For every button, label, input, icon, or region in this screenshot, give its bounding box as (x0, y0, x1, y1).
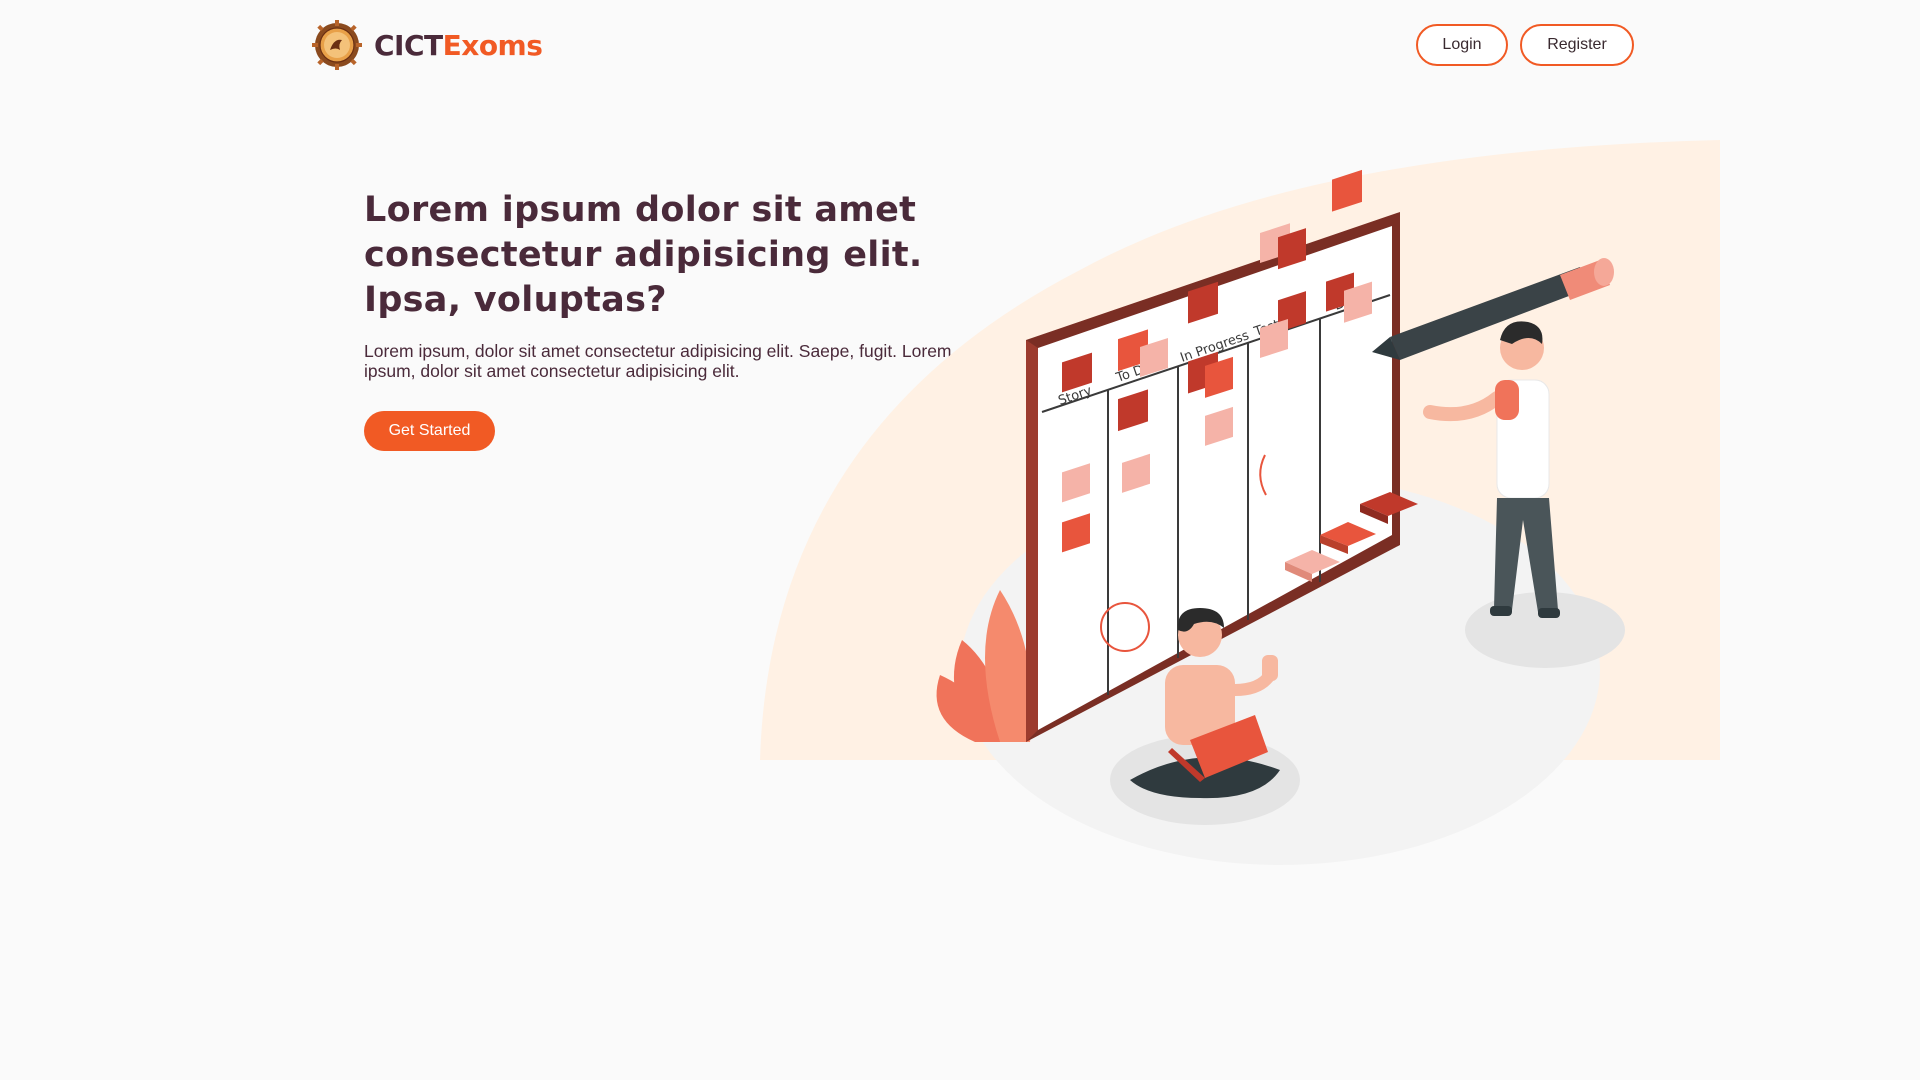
brand-name-part1: CICT (374, 28, 443, 62)
brand-name-part2: Exoms (442, 28, 543, 62)
login-button[interactable]: Login (1416, 24, 1508, 66)
landing-page: CICTExoms Login Register Lorem ipsum dol… (0, 0, 1920, 1080)
header: CICTExoms Login Register (312, 18, 1634, 72)
brand[interactable]: CICTExoms (312, 20, 543, 70)
gear-seal-logo-icon (312, 20, 362, 70)
nav: Login Register (1416, 24, 1634, 66)
get-started-button[interactable]: Get Started (364, 411, 495, 451)
kanban-illustration: Story To Do In Progress Testing Done (760, 140, 1720, 865)
register-button[interactable]: Register (1520, 24, 1634, 66)
brand-name: CICTExoms (374, 28, 543, 62)
